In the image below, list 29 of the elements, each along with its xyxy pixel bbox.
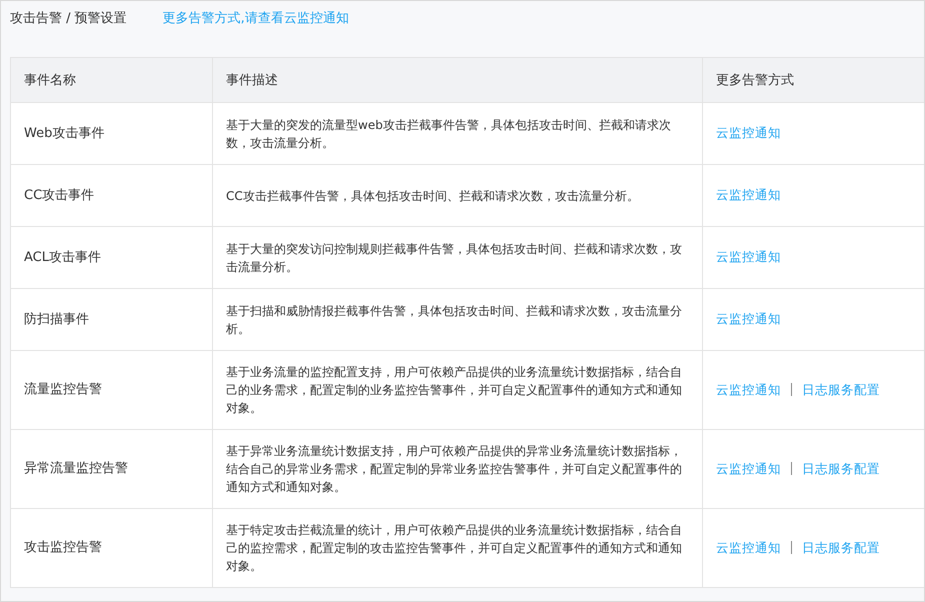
table-cell: 基于大量的突发访问控制规则拦截事件告警，具体包括攻击时间、拦截和请求次数，攻击流量分析。 bbox=[212, 226, 702, 288]
table-link[interactable]: 云监控通知 bbox=[716, 125, 781, 140]
table-cell: 流量监控告警 bbox=[10, 350, 212, 430]
table-link[interactable]: 云监控通知 bbox=[716, 187, 781, 202]
table-link[interactable]: 云监控通知 bbox=[716, 460, 781, 476]
table-cell: 基于扫描和威胁情报拦截事件告警，具体包括攻击时间、拦截和请求次数，攻击流量分析。 bbox=[212, 288, 702, 350]
column-header: 事件名称 bbox=[10, 58, 212, 102]
table-cell: ACL攻击事件 bbox=[10, 226, 212, 288]
table-link[interactable]: 云监控通知 bbox=[716, 382, 781, 396]
column-header: 更多告警方式 bbox=[702, 58, 924, 102]
table-cell: CC攻击拦截事件告警，具体包括攻击时间、拦截和请求次数，攻击流量分析。 bbox=[212, 164, 702, 226]
table-cell: 异常流量监控告警 bbox=[10, 430, 212, 508]
table-link[interactable]: 云监控通知 bbox=[716, 311, 781, 326]
table-cell: 基于大量的突发的流量型web攻击拦截事件告警，具体包括攻击时间、拦截和请求次数，攻击流量分析。 bbox=[212, 102, 702, 164]
column-header: 事件描述 bbox=[212, 58, 702, 102]
table-link[interactable]: 云监控通知 bbox=[716, 249, 781, 264]
table-cell: 基于特定攻击拦截流量的统计，用户可依赖产品提供的业务流量统计数据指标，结合自己的监控需求，配置定制的攻击监控告警事件，并可自定义配置事件的通知方式和通知对象。 bbox=[212, 508, 702, 588]
table-cell: 防扫描事件 bbox=[10, 288, 212, 350]
table-cell: 基于异常业务流量统计数据支持，用户可依赖产品提供的异常业务流量统计数据指标，结合自己的异常业务需求，配置定制的异常业务监控告警事件，并可自定义配置事件的通知方式和通知对象。 bbox=[212, 430, 702, 508]
table-cell: Web攻击事件 bbox=[10, 102, 212, 164]
table-link[interactable]: 日志服务配置 bbox=[802, 460, 880, 476]
table-cell: 基于业务流量的监控配置支持，用户可依赖产品提供的业务流量统计数据指标，结合自己的业务需求，配置定制的业务监控告警事件，并可自定义配置事件的通知方式和通知对象。 bbox=[212, 350, 702, 430]
table-link[interactable]: 日志服务配置 bbox=[802, 540, 880, 554]
table-cell: CC攻击事件 bbox=[10, 164, 212, 226]
breadcrumb: 攻击告警 / 预警设置 bbox=[10, 10, 127, 28]
table-link[interactable]: 日志服务配置 bbox=[802, 382, 880, 396]
table-cell: 攻击监控告警 bbox=[10, 508, 212, 588]
table-link[interactable]: 云监控通知 bbox=[716, 540, 781, 554]
top-link[interactable]: 更多告警方式,请查看云监控通知 bbox=[162, 9, 349, 57]
